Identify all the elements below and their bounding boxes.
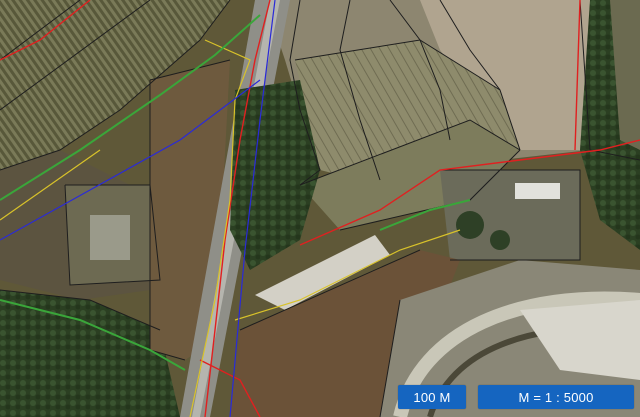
scale-ratio-label: M = 1 : 5000 — [478, 385, 634, 409]
scale-bar-label: 100 M — [398, 385, 466, 409]
satellite-imagery — [0, 0, 640, 417]
map-view[interactable]: 100 M M = 1 : 5000 — [0, 0, 640, 417]
